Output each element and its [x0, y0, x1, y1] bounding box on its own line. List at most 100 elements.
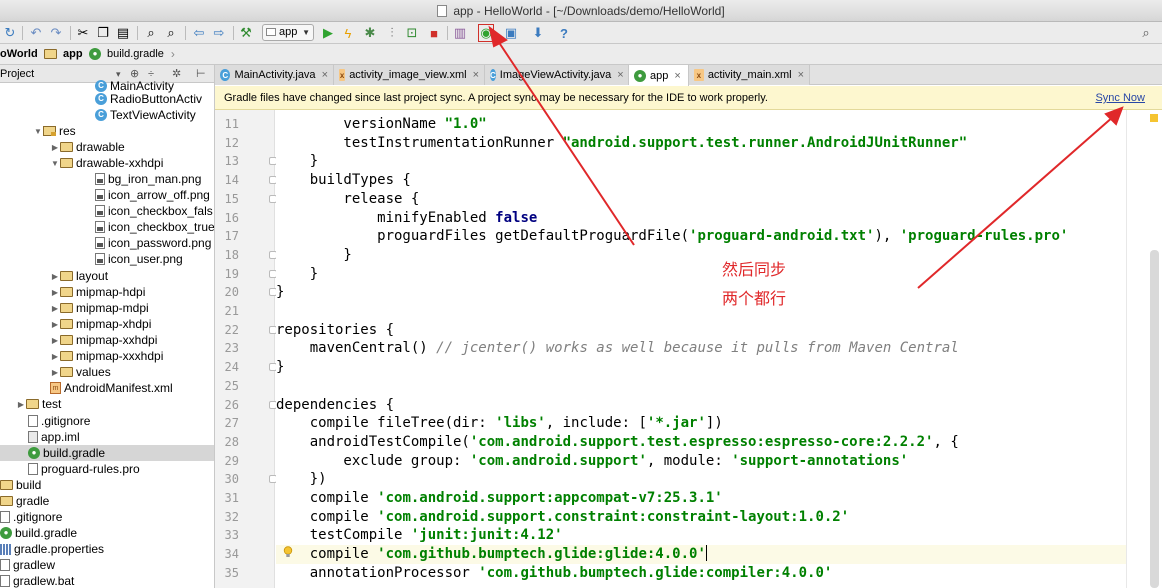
code-line[interactable]: dependencies {: [276, 396, 394, 415]
close-icon[interactable]: ×: [473, 69, 479, 81]
debug-icon[interactable]: ✱: [362, 24, 378, 42]
redo-icon[interactable]: ↷: [48, 24, 64, 42]
tree-item[interactable]: ▼ drawable-xxhdpi: [0, 155, 214, 171]
code-line[interactable]: }): [276, 470, 327, 489]
avd-manager-icon[interactable]: ▥: [452, 24, 468, 42]
code-line[interactable]: }: [276, 265, 318, 284]
code-line[interactable]: }: [276, 283, 284, 302]
code-line[interactable]: proguardFiles getDefaultProguardFile('pr…: [276, 227, 1068, 246]
tree-item[interactable]: C RadioButtonActiv: [0, 91, 214, 107]
tree-item[interactable]: ▶ test: [0, 396, 214, 412]
close-icon[interactable]: ×: [322, 69, 328, 81]
tree-item[interactable]: icon_checkbox_fals: [0, 203, 214, 219]
warning-marker[interactable]: [1150, 114, 1158, 122]
tab-activity-main[interactable]: x activity_main.xml ×: [689, 65, 810, 85]
code-line[interactable]: testInstrumentationRunner "android.suppo…: [276, 134, 967, 153]
close-icon[interactable]: ×: [798, 69, 804, 81]
tree-item[interactable]: ▼ res: [0, 123, 214, 139]
tree-item[interactable]: ▶ mipmap-hdpi: [0, 284, 214, 300]
close-icon[interactable]: ×: [617, 69, 623, 81]
tree-item[interactable]: build: [0, 477, 214, 493]
tree-item[interactable]: icon_user.png: [0, 251, 214, 267]
code-line[interactable]: exclude group: 'com.android.support', mo…: [276, 452, 908, 471]
tree-item[interactable]: ▶ mipmap-xhdpi: [0, 316, 214, 332]
expanded-arrow-icon[interactable]: ▼: [33, 127, 43, 136]
code-line[interactable]: release {: [276, 190, 419, 209]
code-line[interactable]: buildTypes {: [276, 171, 411, 190]
tree-item[interactable]: ▶ mipmap-xxxhdpi: [0, 348, 214, 364]
tree-item[interactable]: icon_password.png: [0, 235, 214, 251]
collapsed-arrow-icon[interactable]: ▶: [50, 288, 60, 297]
code-line[interactable]: }: [276, 152, 318, 171]
tree-item[interactable]: bg_iron_man.png: [0, 171, 214, 187]
breadcrumb-file[interactable]: ● build.gradle ›: [89, 44, 175, 64]
code-line[interactable]: compile 'com.android.support:appcompat-v…: [276, 489, 723, 508]
collapsed-arrow-icon[interactable]: ▶: [50, 320, 60, 329]
tree-item[interactable]: gradle: [0, 493, 214, 509]
tree-item[interactable]: ● build.gradle: [0, 525, 214, 541]
tab-imageviewactivity[interactable]: C ImageViewActivity.java ×: [485, 65, 629, 85]
back-icon[interactable]: ⇦: [191, 24, 207, 42]
breadcrumb-module[interactable]: app›: [44, 44, 94, 64]
cut-icon[interactable]: ✂: [75, 24, 91, 42]
replace-icon[interactable]: ⌕: [163, 24, 179, 42]
tree-item[interactable]: icon_arrow_off.png: [0, 187, 214, 203]
undo-icon[interactable]: ↶: [28, 24, 44, 42]
tree-item[interactable]: C TextViewActivity: [0, 107, 214, 123]
code-line[interactable]: mavenCentral() // jcenter() works as wel…: [276, 339, 959, 358]
stop-icon[interactable]: ■: [426, 24, 442, 42]
run-icon[interactable]: ▶: [320, 24, 336, 42]
search-everywhere-icon[interactable]: ⌕: [1138, 24, 1154, 42]
collapsed-arrow-icon[interactable]: ▶: [50, 368, 60, 377]
tree-item[interactable]: ▶ layout: [0, 268, 214, 284]
collapsed-arrow-icon[interactable]: ▶: [50, 336, 60, 345]
collapsed-arrow-icon[interactable]: ▶: [50, 272, 60, 281]
collapsed-arrow-icon[interactable]: ▶: [50, 143, 60, 152]
editor-scrollbar[interactable]: [1150, 250, 1159, 588]
tree-item[interactable]: ● build.gradle: [0, 445, 214, 461]
tree-item[interactable]: .gitignore: [0, 413, 214, 429]
tree-item[interactable]: gradlew.bat: [0, 573, 214, 588]
sync-now-link[interactable]: Sync Now: [1095, 86, 1145, 110]
tree-item[interactable]: icon_checkbox_true: [0, 219, 214, 235]
collapsed-arrow-icon[interactable]: ▶: [16, 400, 26, 409]
code-line[interactable]: compile 'com.github.bumptech.glide:glide…: [276, 545, 1126, 564]
tree-item[interactable]: .gitignore: [0, 509, 214, 525]
code-line[interactable]: repositories {: [276, 321, 394, 340]
run-config-dropdown[interactable]: app ▼: [262, 24, 314, 41]
tree-item[interactable]: ▶ mipmap-mdpi: [0, 300, 214, 316]
code-line[interactable]: annotationProcessor 'com.github.bumptech…: [276, 564, 833, 583]
lightbulb-icon[interactable]: [283, 546, 293, 558]
expanded-arrow-icon[interactable]: ▼: [50, 159, 60, 168]
sdk-manager-icon[interactable]: ⬇: [530, 24, 546, 42]
help-icon[interactable]: ?: [556, 24, 572, 42]
code-line[interactable]: testCompile 'junit:junit:4.12': [276, 526, 563, 545]
find-icon[interactable]: ⌕: [143, 24, 159, 42]
breadcrumb-project[interactable]: oWorld›: [0, 44, 49, 64]
code-line[interactable]: minifyEnabled false: [276, 209, 537, 228]
tree-item[interactable]: ▶ values: [0, 364, 214, 380]
tree-item[interactable]: ▶ drawable: [0, 139, 214, 155]
profile-icon[interactable]: ⫶: [384, 24, 400, 42]
sync-icon[interactable]: ↻: [2, 24, 18, 42]
forward-icon[interactable]: ⇨: [211, 24, 227, 42]
code-line[interactable]: compile fileTree(dir: 'libs', include: […: [276, 414, 723, 433]
tab-app-build-gradle[interactable]: ● app ×: [629, 65, 689, 86]
code-editor[interactable]: versionName "1.0" testInstrumentationRun…: [276, 110, 1126, 588]
tab-activity-image-view[interactable]: x activity_image_view.xml ×: [334, 65, 485, 85]
paste-icon[interactable]: ▤: [115, 24, 131, 42]
code-line[interactable]: }: [276, 358, 284, 377]
code-line[interactable]: androidTestCompile('com.android.support.…: [276, 433, 959, 452]
code-line[interactable]: versionName "1.0": [276, 115, 486, 134]
tab-mainactivity[interactable]: C MainActivity.java ×: [215, 65, 334, 85]
collapsed-arrow-icon[interactable]: ▶: [50, 352, 60, 361]
collapsed-arrow-icon[interactable]: ▶: [50, 304, 60, 313]
tree-item[interactable]: app.iml: [0, 429, 214, 445]
sync-gradle-icon[interactable]: ◉: [478, 24, 494, 42]
project-structure-icon[interactable]: ▣: [503, 24, 519, 42]
code-line[interactable]: compile 'com.android.support.constraint:…: [276, 508, 849, 527]
code-line[interactable]: }: [276, 246, 351, 265]
build-hammer-icon[interactable]: ⚒: [238, 24, 254, 42]
close-icon[interactable]: ×: [674, 70, 680, 82]
tree-item[interactable]: proguard-rules.pro: [0, 461, 214, 477]
